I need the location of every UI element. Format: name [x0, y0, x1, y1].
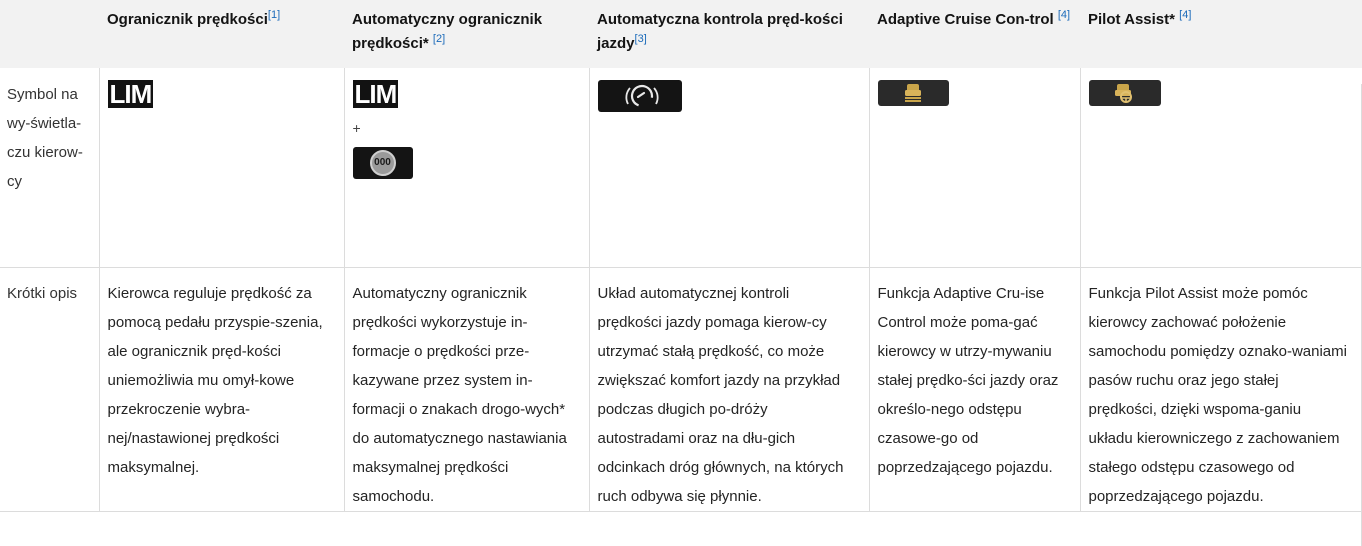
cell-symbol-speed-limiter: LIM [98, 68, 344, 268]
header-label: Adaptive Cruise Con-trol [877, 11, 1054, 28]
asterisk: * [422, 35, 429, 52]
speedometer-icon [625, 84, 658, 108]
header-adaptive-cruise-control: Adaptive Cruise Con-trol [4] [869, 0, 1080, 68]
header-auto-speed-limiter: Automatyczny ogranicznik prędkości* [2] [344, 0, 589, 68]
speed-sign-digits: 000 [374, 157, 391, 168]
footnote-link[interactable]: [2] [433, 33, 445, 45]
cell-desc-speed-limiter: Kierowca reguluje prędkość za pomocą ped… [98, 267, 344, 512]
feature-comparison-table: Ogranicznik prędkości[1] Automatyczny og… [0, 0, 1362, 512]
cell-symbol-adaptive-cruise-control [868, 68, 1080, 268]
table-row-description: Krótki opis Kierowca reguluje prędkość z… [0, 267, 1362, 512]
header-cruise-control: Automatyczna kontrola pręd-kości jazdy[3… [589, 0, 869, 68]
cell-symbol-pilot-assist [1079, 68, 1362, 268]
cell-desc-cruise-control: Układ automatycznej kontroli prędkości j… [588, 267, 869, 512]
auto-speed-limit-icon: 000 [352, 147, 413, 179]
cell-symbol-cruise-control [588, 68, 869, 268]
cell-desc-auto-speed-limiter: Automatyczny ogranicznik prędkości wykor… [343, 267, 589, 512]
header-empty [0, 0, 99, 68]
table-header: Ogranicznik prędkości[1] Automatyczny og… [0, 0, 1362, 68]
lim-icon: LIM [107, 79, 154, 109]
header-label: Ogranicznik prędkości [107, 11, 268, 28]
adaptive-cruise-control-icon [877, 80, 949, 106]
header-pilot-assist: Pilot Assist* [4] [1080, 0, 1362, 68]
row-label-symbol: Symbol na wy-świetla-czu kierow-cy [0, 68, 99, 268]
car-ahead-icon [904, 84, 921, 102]
table-row-symbol: Symbol na wy-świetla-czu kierow-cy LIM L… [0, 68, 1362, 268]
footnote-link[interactable]: [3] [635, 33, 647, 45]
footnote-link[interactable]: [4] [1058, 9, 1070, 21]
footnote-link[interactable]: [4] [1179, 9, 1191, 21]
asterisk: * [1169, 11, 1175, 28]
lim-icon: LIM [352, 79, 399, 109]
header-speed-limiter: Ogranicznik prędkości[1] [99, 0, 344, 68]
header-label: Automatyczna kontrola pręd-kości jazdy [597, 11, 843, 52]
cell-desc-pilot-assist: Funkcja Pilot Assist może pomóc kierowcy… [1079, 267, 1362, 512]
cell-symbol-auto-speed-limiter: LIM + 000 [343, 68, 589, 268]
row-label-description: Krótki opis [0, 267, 99, 512]
steering-car-icon [1114, 84, 1132, 103]
pilot-assist-icon [1088, 80, 1161, 106]
plus-sign: + [352, 120, 361, 136]
header-label: Pilot Assist [1088, 11, 1170, 28]
header-label: Automatyczny ogranicznik prędkości [352, 11, 543, 52]
footnote-link[interactable]: [1] [268, 9, 280, 21]
cruise-control-icon [597, 80, 682, 112]
cell-desc-adaptive-cruise-control: Funkcja Adaptive Cru-ise Control może po… [868, 267, 1080, 512]
